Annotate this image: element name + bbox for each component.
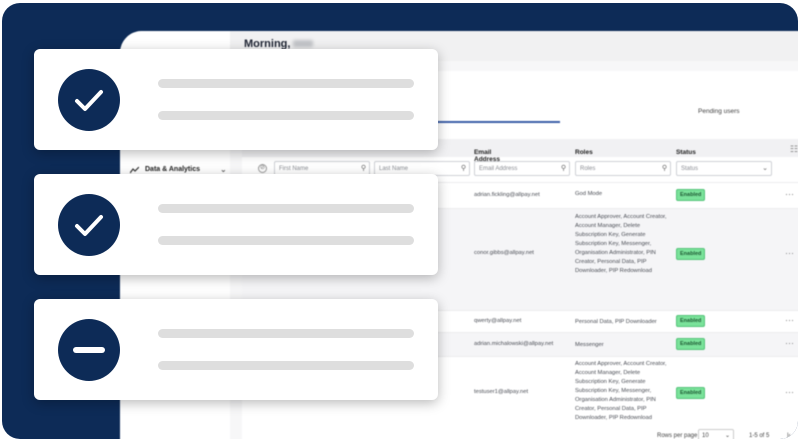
email-cell: testuser1@allpay.net bbox=[474, 389, 529, 395]
minus-icon bbox=[73, 347, 105, 353]
check-icon bbox=[75, 215, 103, 236]
placeholder-line bbox=[158, 111, 414, 120]
more-actions-icon[interactable]: ··· bbox=[785, 315, 794, 325]
roles-cell: Messenger bbox=[575, 342, 604, 348]
email-cell: adrian.fickling@allpay.net bbox=[474, 192, 540, 198]
search-icon: ⚲ bbox=[460, 165, 466, 172]
more-actions-icon[interactable]: ··· bbox=[785, 248, 794, 258]
status-filter[interactable]: Status ⌄ bbox=[676, 161, 772, 176]
sidebar-item-label: Data & Analytics bbox=[145, 166, 200, 173]
placeholder-line bbox=[158, 361, 414, 370]
chevron-down-icon: ⌄ bbox=[762, 165, 768, 172]
check-circle bbox=[58, 194, 120, 256]
filter-placeholder: Email Address bbox=[479, 166, 518, 172]
roles-cell: Account Approver, Account Creator, Accou… bbox=[575, 361, 667, 421]
status-badge: Enabled bbox=[676, 189, 706, 201]
sort-arrow-icon: ^ bbox=[476, 149, 480, 156]
filter-placeholder: First Name bbox=[279, 166, 309, 172]
search-icon: ⚲ bbox=[560, 165, 566, 172]
background-frame: Data & Analytics ⌄ Morning, Pending user… bbox=[2, 3, 798, 439]
status-card bbox=[34, 299, 438, 400]
chevron-down-icon: ⌄ bbox=[724, 433, 730, 439]
status-badge: Enabled bbox=[676, 248, 706, 260]
sort-arrow-icon: ^ bbox=[577, 149, 581, 156]
roles-filter[interactable]: Roles ⚲ bbox=[575, 161, 671, 176]
more-actions-icon[interactable]: ··· bbox=[785, 338, 794, 348]
sidebar-item-data-analytics[interactable]: Data & Analytics ⌄ bbox=[130, 165, 227, 174]
filter-placeholder: Status bbox=[681, 166, 699, 172]
status-badge: Enabled bbox=[676, 338, 706, 350]
roles-cell: Personal Data, PIP Downloader bbox=[575, 319, 657, 325]
chevron-down-icon: ⌄ bbox=[219, 165, 227, 174]
email-cell: conor.gibbs@allpay.net bbox=[474, 250, 534, 256]
check-circle bbox=[58, 69, 120, 131]
first-page-icon[interactable]: |‹ bbox=[787, 433, 791, 439]
more-actions-icon[interactable]: ··· bbox=[785, 387, 794, 397]
more-actions-icon[interactable]: ··· bbox=[785, 189, 794, 199]
placeholder-line bbox=[158, 204, 414, 213]
tab-pending-users[interactable]: Pending users bbox=[698, 108, 740, 115]
search-icon: ⚲ bbox=[360, 165, 366, 172]
status-card bbox=[34, 174, 438, 275]
status-card bbox=[34, 49, 438, 150]
status-badge: Enabled bbox=[676, 315, 706, 327]
rows-per-page-value: 10 bbox=[702, 433, 709, 439]
placeholder-line bbox=[158, 236, 414, 245]
email-cell: adrian.michalowski@allpay.net bbox=[474, 341, 554, 347]
filter-placeholder: Roles bbox=[580, 166, 596, 172]
placeholder-line bbox=[158, 329, 414, 338]
rows-per-page-label: Rows per page bbox=[657, 433, 698, 439]
email-cell: qwerty@allpay.net bbox=[474, 318, 522, 324]
user-name-redacted bbox=[293, 40, 314, 47]
page-range: 1-5 of 5 bbox=[749, 433, 770, 439]
column-settings-icon[interactable]: ☷ bbox=[790, 144, 798, 155]
sort-arrow-icon: ^ bbox=[678, 149, 682, 156]
rows-per-page-select[interactable]: 10 ⌄ bbox=[698, 429, 734, 439]
status-badge: Enabled bbox=[676, 387, 706, 399]
reset-filter-icon[interactable]: ⊘ bbox=[258, 164, 267, 173]
chart-icon bbox=[130, 166, 139, 173]
roles-cell: Account Approver, Account Creator, Accou… bbox=[575, 214, 667, 274]
check-icon bbox=[75, 90, 103, 111]
email-filter[interactable]: Email Address ⚲ bbox=[474, 161, 570, 176]
search-icon: ⚲ bbox=[661, 165, 667, 172]
placeholder-line bbox=[158, 79, 414, 88]
filter-placeholder: Last Name bbox=[379, 166, 409, 172]
minus-circle bbox=[58, 319, 120, 381]
roles-cell: God Mode bbox=[575, 191, 603, 197]
